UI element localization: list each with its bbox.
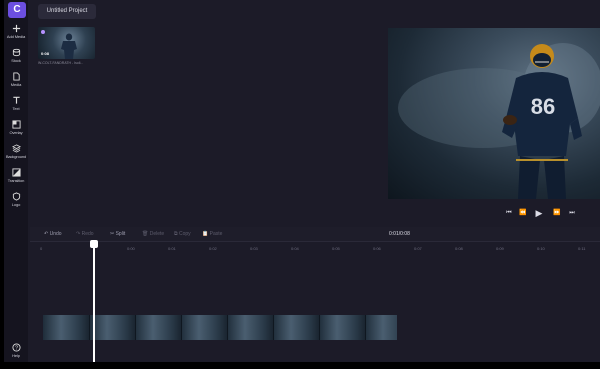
rewind-icon[interactable]: ⏪ xyxy=(518,208,528,218)
ruler-tick: 0:02 xyxy=(209,246,217,251)
sidebar-item-media[interactable]: Media xyxy=(4,72,28,87)
undo-label: Undo xyxy=(49,231,62,237)
undo-icon: ↶ xyxy=(44,231,49,237)
clip-frame-divider xyxy=(135,315,136,340)
sidebar-item-stock[interactable]: Stock xyxy=(4,48,28,63)
scissors-icon: ✂ xyxy=(110,231,115,237)
ruler-tick: 0:04 xyxy=(291,246,299,251)
ruler-tick: 0:01 xyxy=(168,246,176,251)
sidebar-item-add-media[interactable]: Add Media xyxy=(4,24,28,39)
sidebar-item-overlay[interactable]: Overlay xyxy=(4,120,28,135)
logo-icon xyxy=(12,192,20,201)
sidebar-item-label: Background xyxy=(5,154,27,159)
ruler-tick: 0:06 xyxy=(373,246,381,251)
overlay-icon xyxy=(11,120,21,129)
background-icon xyxy=(11,144,21,153)
media-thumbnail[interactable]: 0:08 xyxy=(38,27,95,59)
ruler-tick: 0:03 xyxy=(250,246,258,251)
stock-icon xyxy=(12,48,20,57)
clip-frame-divider xyxy=(319,315,320,340)
app-window: C Add Media Stock Media Text Overlay Bac… xyxy=(4,0,600,362)
ruler-tick: 0:11 xyxy=(578,246,586,251)
player-controls: ⏮ ⏪ ▶ ⏩ ⏭ xyxy=(504,208,579,218)
text-icon xyxy=(12,96,20,104)
ruler-tick: 0 xyxy=(40,246,43,251)
media-filename: W-COLT-FANDRATH - Isoli... xyxy=(38,61,84,65)
app-logo[interactable]: C xyxy=(8,2,26,18)
sidebar-item-label: Overlay xyxy=(9,130,23,135)
sidebar-item-transition[interactable]: Transition xyxy=(4,168,28,183)
project-title-button[interactable]: Untitled Project xyxy=(38,4,96,19)
redo-button[interactable]: ↷ Redo xyxy=(76,229,94,239)
ruler-tick: 0:09 xyxy=(496,246,504,251)
ruler-tick: 0:05 xyxy=(332,246,340,251)
sidebar-item-text[interactable]: Text xyxy=(4,96,28,111)
split-label: Split xyxy=(115,231,126,237)
ruler-tick: 0:00 xyxy=(127,246,135,251)
sidebar-item-label: Logo xyxy=(11,202,21,207)
copy-label: Copy xyxy=(178,231,191,237)
paste-button[interactable]: 📋 Paste xyxy=(202,229,222,239)
help-icon: ? xyxy=(11,343,21,352)
playhead-line[interactable] xyxy=(93,242,95,362)
jersey-number: 86 xyxy=(531,94,555,119)
clip-frame-divider xyxy=(227,315,228,340)
paste-label: Paste xyxy=(209,231,223,237)
sidebar-item-label: Help xyxy=(12,353,20,358)
video-preview[interactable]: 86 xyxy=(388,28,600,199)
clip-frame-divider xyxy=(273,315,274,340)
ruler-tick: 0:10 xyxy=(537,246,545,251)
media-selected-dot xyxy=(41,30,45,34)
media-duration: 0:08 xyxy=(41,51,50,56)
sidebar-item-background[interactable]: Background xyxy=(4,144,28,159)
play-icon[interactable]: ▶ xyxy=(534,208,544,218)
sidebar-item-help[interactable]: ? Help xyxy=(4,343,28,358)
plus-icon xyxy=(12,24,20,33)
sidebar-item-label: Transition xyxy=(7,178,25,183)
undo-button[interactable]: ↶ Undo xyxy=(44,229,62,239)
redo-label: Redo xyxy=(81,231,94,237)
delete-button[interactable]: 🗑 Delete xyxy=(142,229,164,239)
clip-frame-divider xyxy=(365,315,366,340)
clip-frame-divider xyxy=(181,315,182,340)
sidebar-item-logo[interactable]: Logo xyxy=(4,192,28,207)
paste-icon: 📋 xyxy=(202,231,209,237)
timeline-ruler[interactable]: 0 0:00 0:01 0:02 0:03 0:04 0:05 0:06 0:0… xyxy=(30,241,600,254)
sidebar-item-label: Media xyxy=(10,82,22,87)
transition-icon xyxy=(11,168,21,177)
redo-icon: ↷ xyxy=(76,231,81,237)
trash-icon: 🗑 xyxy=(142,231,149,237)
fast-forward-icon[interactable]: ⏩ xyxy=(552,208,562,218)
sidebar-item-label: Add Media xyxy=(6,34,26,39)
timeline-toolbar: ↶ Undo ↷ Redo ✂ Split 🗑 Delete ⧉ Copy 📋 … xyxy=(30,227,600,241)
sidebar-item-label: Stock xyxy=(11,58,21,63)
timecode-display: 0:01/0:08 xyxy=(389,231,410,237)
media-icon xyxy=(12,72,20,81)
playhead-handle[interactable] xyxy=(90,240,98,248)
skip-forward-icon[interactable]: ⏭ xyxy=(567,208,577,218)
split-button[interactable]: ✂ Split xyxy=(110,229,125,239)
clip-frame-divider xyxy=(89,315,90,340)
sidebar-item-label: Text xyxy=(12,106,20,111)
copy-button[interactable]: ⧉ Copy xyxy=(174,229,191,239)
svg-text:?: ? xyxy=(15,345,18,351)
sidebar: C Add Media Stock Media Text Overlay Bac… xyxy=(4,0,28,362)
ruler-tick: 0:08 xyxy=(455,246,463,251)
skip-back-icon[interactable]: ⏮ xyxy=(504,208,514,218)
ruler-tick: 0:07 xyxy=(414,246,422,251)
delete-label: Delete xyxy=(149,231,165,237)
video-track-clip[interactable] xyxy=(43,315,397,340)
preview-frame-image: 86 xyxy=(398,43,600,199)
copy-icon: ⧉ xyxy=(174,231,178,237)
